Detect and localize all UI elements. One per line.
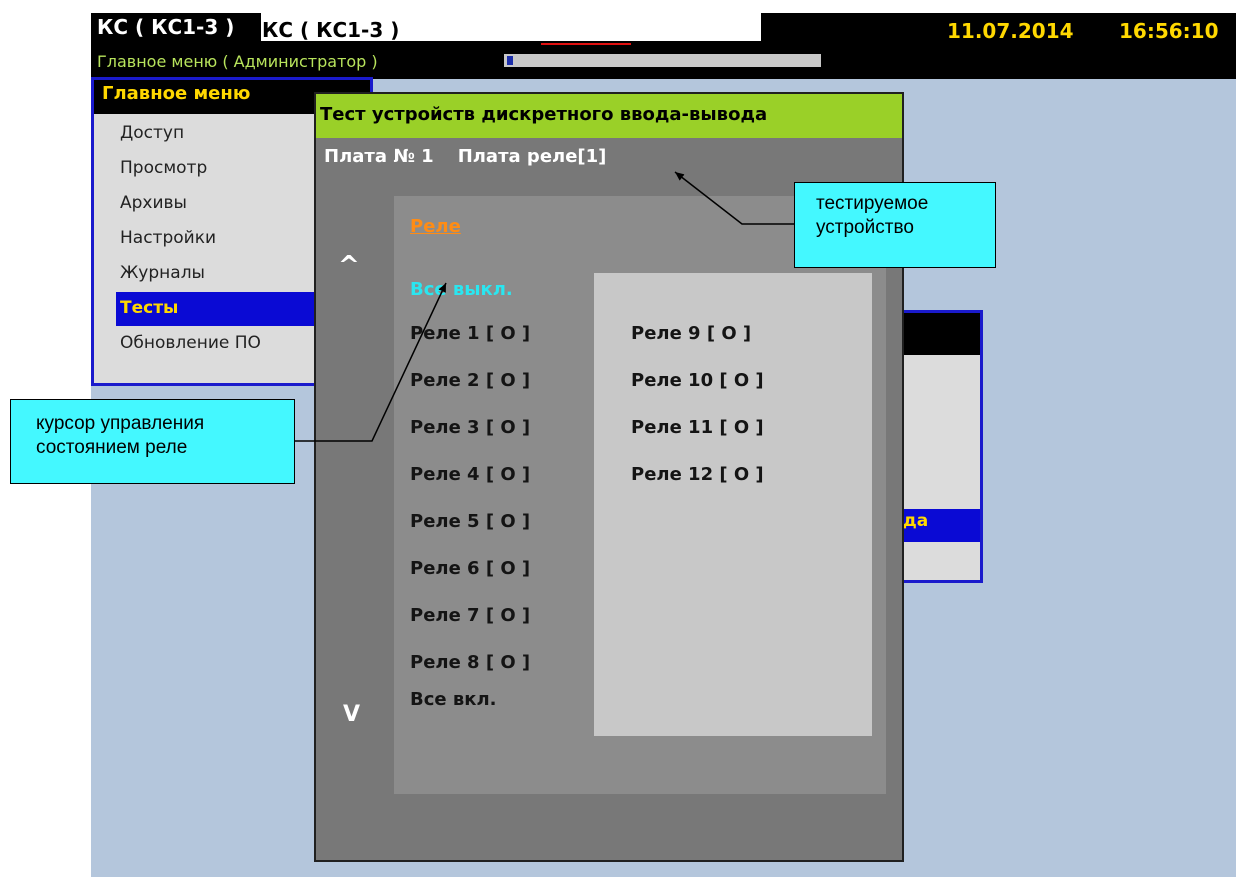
cursor-annotation-callout: курсор управления состоянием реле [10, 399, 295, 484]
cursor-callout-line-2: состоянием реле [36, 437, 188, 458]
device-callout-line-2: устройство [816, 217, 914, 238]
cursor-leader-line [295, 282, 447, 442]
device-callout-line-1: тестируемое [816, 193, 929, 214]
cursor-callout-line-1: курсор управления [36, 413, 205, 434]
device-leader-line [674, 171, 794, 225]
device-annotation-callout: тестируемое устройство [794, 182, 996, 268]
